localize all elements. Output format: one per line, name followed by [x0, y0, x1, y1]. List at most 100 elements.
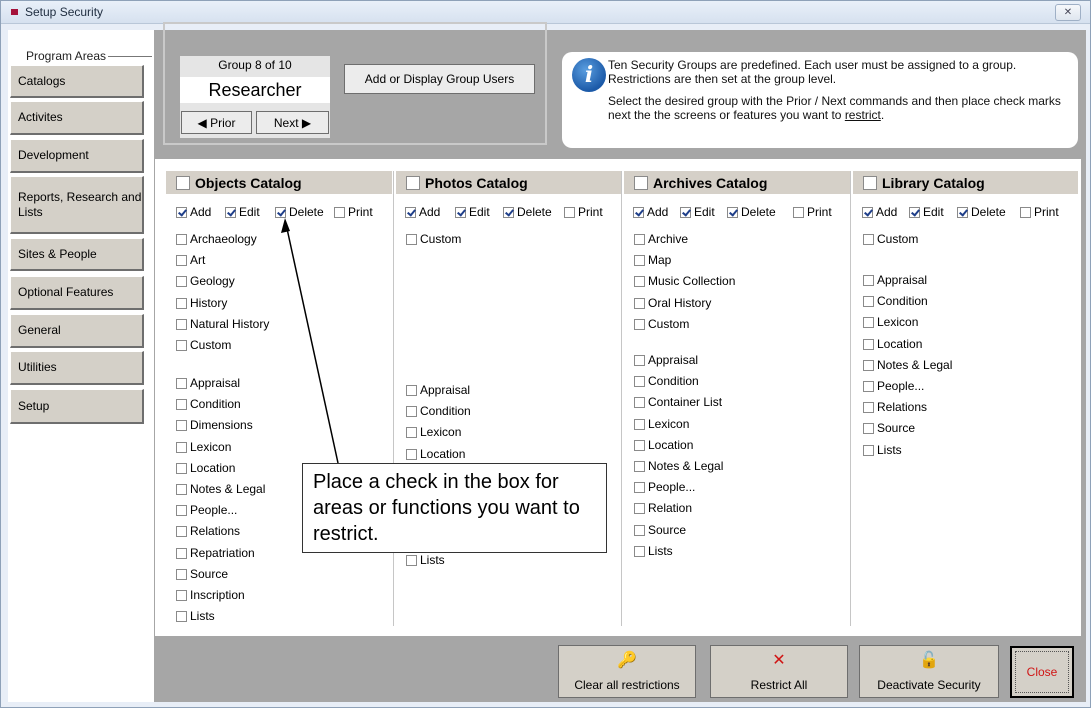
checkbox[interactable] — [406, 554, 417, 566]
checkbox[interactable] — [957, 206, 968, 218]
clear-all-restrictions-button[interactable]: 🔑 Clear all restrictions — [558, 645, 696, 698]
photos-catalog-perm-add[interactable]: Add — [405, 205, 440, 219]
objects-catalog-item-repatriation[interactable]: Repatriation — [176, 546, 255, 560]
archives-catalog-item-notes-legal[interactable]: Notes & Legal — [634, 459, 723, 473]
checkbox[interactable] — [863, 422, 874, 434]
objects-catalog-perm-delete[interactable]: Delete — [275, 205, 324, 219]
archives-catalog-perm-print[interactable]: Print — [793, 205, 832, 219]
checkbox[interactable] — [634, 524, 645, 536]
archives-catalog-item-music-collection[interactable]: Music Collection — [634, 274, 735, 288]
checkbox[interactable] — [176, 318, 187, 330]
checkbox[interactable] — [176, 547, 187, 559]
objects-catalog-item-lists[interactable]: Lists — [176, 609, 215, 623]
library-catalog-perm-print[interactable]: Print — [1020, 205, 1059, 219]
nav-general[interactable]: General — [10, 314, 144, 348]
objects-catalog-item-geology[interactable]: Geology — [176, 274, 235, 288]
checkbox[interactable] — [455, 206, 466, 218]
library-catalog-item-condition[interactable]: Condition — [863, 294, 928, 308]
objects-catalog-item-notes-legal[interactable]: Notes & Legal — [176, 482, 265, 496]
add-display-group-users-button[interactable]: Add or Display Group Users — [344, 64, 535, 94]
checkbox[interactable] — [634, 233, 645, 245]
photos-catalog-item-custom[interactable]: Custom — [406, 232, 461, 246]
checkbox[interactable] — [176, 233, 187, 245]
checkbox[interactable] — [863, 274, 874, 286]
checkbox[interactable] — [634, 254, 645, 266]
next-button[interactable]: Next ▶ — [256, 111, 329, 134]
library-catalog-item-notes-legal[interactable]: Notes & Legal — [863, 358, 952, 372]
library-catalog-perm-add[interactable]: Add — [862, 205, 897, 219]
checkbox[interactable] — [634, 439, 645, 451]
prior-button[interactable]: ◀ Prior — [181, 111, 252, 134]
checkbox[interactable] — [225, 206, 236, 218]
archives-catalog-item-location[interactable]: Location — [634, 438, 693, 452]
checkbox[interactable] — [564, 206, 575, 218]
photos-catalog-item-lists[interactable]: Lists — [406, 553, 445, 567]
checkbox[interactable] — [503, 206, 514, 218]
checkbox[interactable] — [863, 380, 874, 392]
checkbox[interactable] — [334, 206, 345, 218]
library-catalog-item-people[interactable]: People... — [863, 379, 924, 393]
archives-catalog-item-source[interactable]: Source — [634, 523, 686, 537]
nav-catalogs[interactable]: Catalogs — [10, 65, 144, 98]
archives-catalog-item-lists[interactable]: Lists — [634, 544, 673, 558]
checkbox[interactable] — [680, 206, 691, 218]
photos-catalog-item-appraisal[interactable]: Appraisal — [406, 383, 470, 397]
objects-catalog-item-inscription[interactable]: Inscription — [176, 588, 245, 602]
photos-catalog-perm-print[interactable]: Print — [564, 205, 603, 219]
archives-catalog-item-map[interactable]: Map — [634, 253, 671, 267]
checkbox[interactable] — [634, 418, 645, 430]
checkbox[interactable] — [406, 233, 417, 245]
nav-sites-people[interactable]: Sites & People — [10, 238, 144, 271]
archives-catalog-all-checkbox[interactable] — [634, 175, 648, 190]
nav-setup[interactable]: Setup — [10, 389, 144, 424]
objects-catalog-perm-print[interactable]: Print — [334, 205, 373, 219]
archives-catalog-item-custom[interactable]: Custom — [634, 317, 689, 331]
close-button[interactable]: Close — [1010, 646, 1074, 698]
library-catalog-item-lexicon[interactable]: Lexicon — [863, 315, 918, 329]
checkbox[interactable] — [176, 254, 187, 266]
checkbox[interactable] — [727, 206, 738, 218]
checkbox[interactable] — [176, 568, 187, 580]
checkbox[interactable] — [1020, 206, 1031, 218]
objects-catalog-item-custom[interactable]: Custom — [176, 338, 231, 352]
checkbox[interactable] — [634, 318, 645, 330]
checkbox[interactable] — [406, 405, 417, 417]
checkbox[interactable] — [863, 444, 874, 456]
objects-catalog-item-history[interactable]: History — [176, 296, 227, 310]
objects-catalog-item-relations[interactable]: Relations — [176, 524, 240, 538]
objects-catalog-perm-edit[interactable]: Edit — [225, 205, 260, 219]
restrict-all-button[interactable]: ✕ Restrict All — [710, 645, 848, 698]
checkbox[interactable] — [176, 419, 187, 431]
archives-catalog-perm-edit[interactable]: Edit — [680, 205, 715, 219]
library-catalog-item-relations[interactable]: Relations — [863, 400, 927, 414]
checkbox[interactable] — [634, 396, 645, 408]
photos-catalog-perm-delete[interactable]: Delete — [503, 205, 552, 219]
photos-catalog-perm-edit[interactable]: Edit — [455, 205, 490, 219]
archives-catalog-item-oral-history[interactable]: Oral History — [634, 296, 711, 310]
checkbox[interactable] — [176, 504, 187, 516]
nav-activites[interactable]: Activites — [10, 101, 144, 135]
objects-catalog-perm-add[interactable]: Add — [176, 205, 211, 219]
library-catalog-all-checkbox[interactable] — [863, 175, 877, 190]
checkbox[interactable] — [406, 426, 417, 438]
objects-catalog-item-condition[interactable]: Condition — [176, 397, 241, 411]
library-catalog-item-source[interactable]: Source — [863, 421, 915, 435]
archives-catalog-item-appraisal[interactable]: Appraisal — [634, 353, 698, 367]
archives-catalog-perm-add[interactable]: Add — [633, 205, 668, 219]
checkbox[interactable] — [406, 384, 417, 396]
checkbox[interactable] — [176, 206, 187, 218]
checkbox[interactable] — [863, 338, 874, 350]
checkbox[interactable] — [176, 339, 187, 351]
deactivate-security-button[interactable]: 🔓 Deactivate Security — [859, 645, 999, 698]
nav-utilities[interactable]: Utilities — [10, 351, 144, 385]
checkbox[interactable] — [406, 448, 417, 460]
checkbox[interactable] — [793, 206, 804, 218]
checkbox[interactable] — [634, 460, 645, 472]
archives-catalog-item-relation[interactable]: Relation — [634, 501, 692, 515]
checkbox[interactable] — [863, 295, 874, 307]
checkbox[interactable] — [634, 375, 645, 387]
photos-catalog-item-lexicon[interactable]: Lexicon — [406, 425, 461, 439]
checkbox[interactable] — [909, 206, 920, 218]
checkbox[interactable] — [634, 275, 645, 287]
checkbox[interactable] — [176, 275, 187, 287]
